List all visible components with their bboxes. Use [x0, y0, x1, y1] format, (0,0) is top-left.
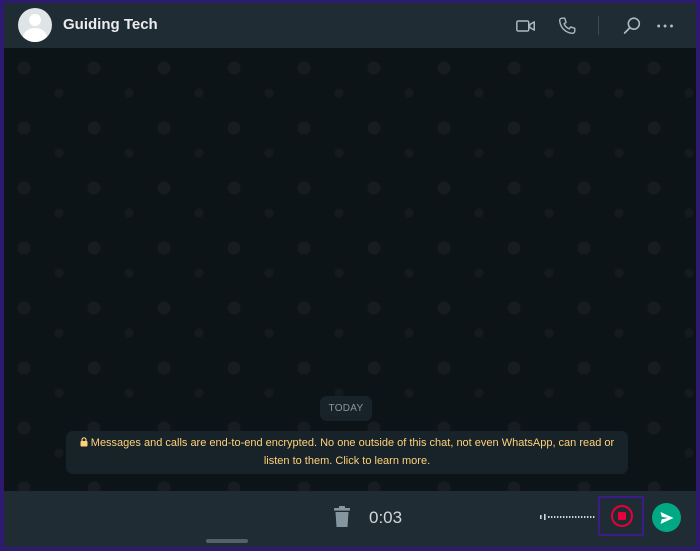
menu-icon[interactable]	[655, 15, 677, 37]
recording-timer: 0:03	[369, 508, 403, 527]
avatar[interactable]	[18, 8, 52, 42]
video-call-icon[interactable]	[515, 15, 537, 37]
chat-window: Guiding Tech TODAY Messages and calls ar…	[4, 3, 696, 547]
recording-bar: 0:03	[4, 491, 696, 547]
voice-call-icon[interactable]	[556, 15, 578, 37]
waveform-icon	[540, 514, 595, 520]
stop-recording-button[interactable]	[611, 505, 633, 527]
send-button[interactable]	[652, 503, 681, 532]
horizontal-scrollbar[interactable]	[206, 539, 248, 543]
encryption-notice-text: Messages and calls are end-to-end encryp…	[90, 437, 615, 467]
search-icon[interactable]	[621, 15, 643, 37]
stop-icon	[618, 512, 626, 520]
date-divider: TODAY	[320, 396, 372, 421]
avatar-body-shape	[23, 28, 47, 42]
lock-icon	[80, 437, 88, 447]
send-icon	[660, 511, 673, 524]
contact-name[interactable]: Guiding Tech	[63, 16, 158, 33]
chat-area: TODAY Messages and calls are end-to-end …	[4, 48, 696, 491]
header-divider	[598, 16, 599, 35]
avatar-head-shape	[29, 14, 41, 26]
chat-header: Guiding Tech	[4, 3, 696, 48]
encryption-notice[interactable]: Messages and calls are end-to-end encryp…	[66, 431, 628, 474]
trash-icon[interactable]	[333, 506, 351, 528]
